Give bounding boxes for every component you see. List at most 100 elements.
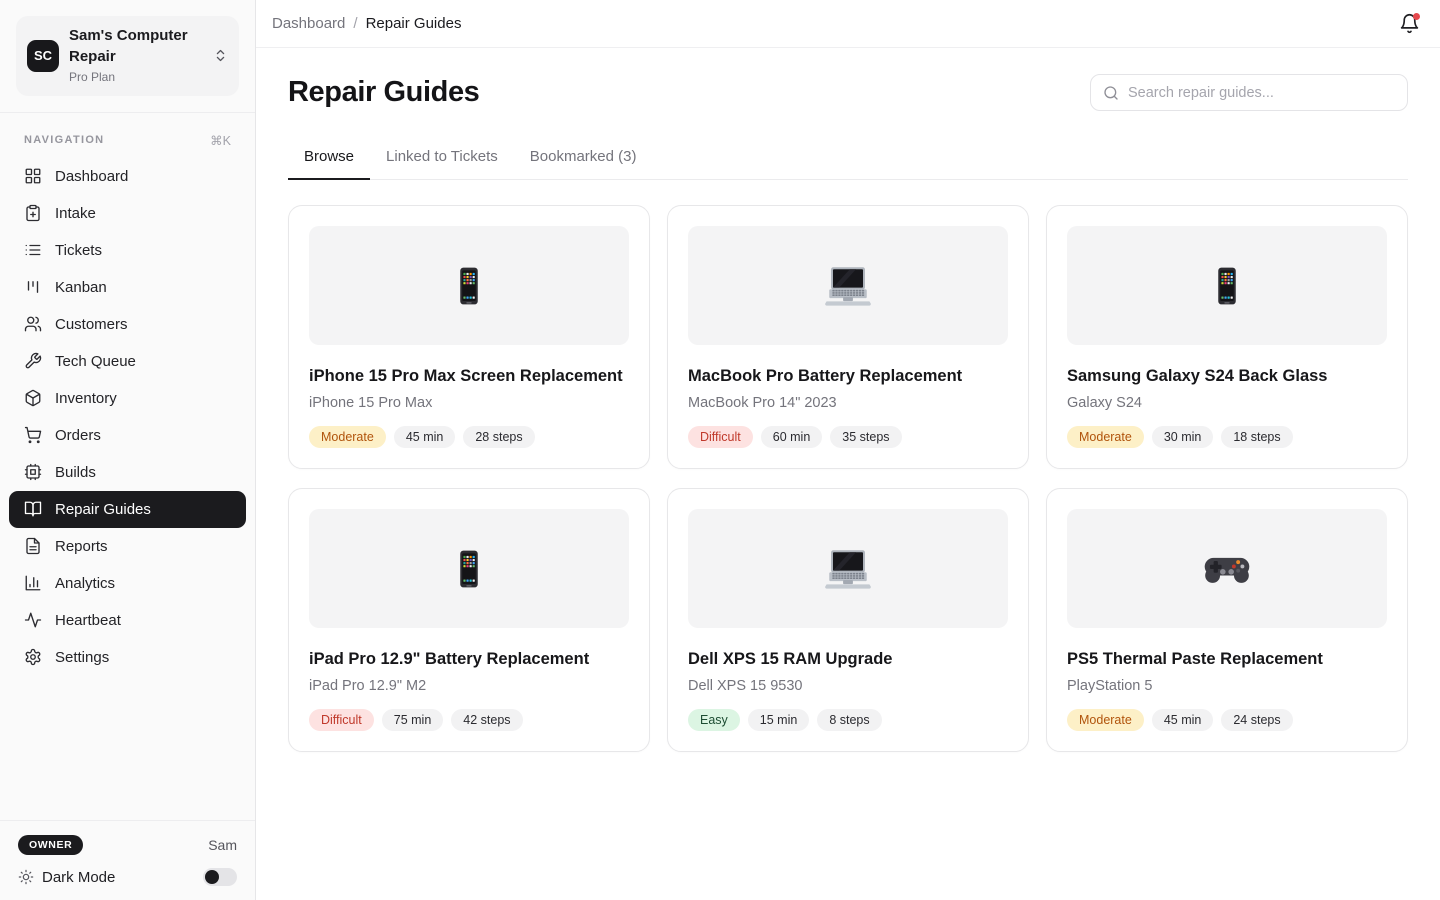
laptop-icon <box>823 548 873 590</box>
settings-icon <box>24 648 42 666</box>
card-badges: Difficult 60 min 35 steps <box>688 426 1008 448</box>
sidebar-item-label: Customers <box>55 316 128 333</box>
page-content: Repair Guides BrowseLinked to TicketsBoo… <box>256 48 1440 752</box>
sidebar-item-label: Repair Guides <box>55 501 151 518</box>
main-area: Dashboard / Repair Guides Repair Guides … <box>256 0 1440 900</box>
owner-badge: OWNER <box>18 835 83 855</box>
card-image <box>1067 509 1387 628</box>
sidebar-item-customers[interactable]: Customers <box>9 306 246 343</box>
sidebar-item-label: Orders <box>55 427 101 444</box>
repair-guide-card-samsung-galaxy-s24-back-glass[interactable]: Samsung Galaxy S24 Back GlassGalaxy S24M… <box>1046 205 1408 469</box>
card-device: iPhone 15 Pro Max <box>309 395 629 411</box>
sidebar-item-builds[interactable]: Builds <box>9 454 246 491</box>
repair-guide-card-macbook-pro-battery-replacement[interactable]: MacBook Pro Battery ReplacementMacBook P… <box>667 205 1029 469</box>
clipboard-plus-icon <box>24 204 42 222</box>
workspace-name: Sam's Computer Repair <box>69 26 203 67</box>
search-box <box>1090 74 1408 111</box>
sidebar-item-label: Intake <box>55 205 96 222</box>
sidebar-item-label: Builds <box>55 464 96 481</box>
bar-chart-icon <box>24 574 42 592</box>
sidebar-nav: Dashboard Intake Tickets Kanban Customers Tec… <box>0 158 255 676</box>
sun-icon <box>18 869 34 885</box>
sidebar-item-label: Settings <box>55 649 109 666</box>
workspace-avatar: SC <box>27 40 59 72</box>
repair-guide-card-ps5-thermal-paste-replacement[interactable]: PS5 Thermal Paste Replacement PlayStation… <box>1046 488 1408 752</box>
difficulty-badge: Difficult <box>688 426 753 448</box>
sidebar-item-label: Tech Queue <box>55 353 136 370</box>
navigation-header: NAVIGATION ⌘K <box>0 113 255 158</box>
steps-badge: 28 steps <box>463 426 534 448</box>
tab-bookmarked-3[interactable]: Bookmarked (3) <box>514 138 653 179</box>
repair-guide-card-dell-xps-15-ram-upgrade[interactable]: Dell XPS 15 RAM Upgrade Dell XPS 15 9530 E… <box>667 488 1029 752</box>
kanban-icon <box>24 278 42 296</box>
topbar: Dashboard / Repair Guides <box>256 0 1440 48</box>
sidebar-item-analytics[interactable]: Analytics <box>9 565 246 602</box>
sidebar-item-label: Analytics <box>55 575 115 592</box>
sidebar-item-intake[interactable]: Intake <box>9 195 246 232</box>
notifications-button[interactable] <box>1390 5 1428 43</box>
breadcrumb-current: Repair Guides <box>366 15 462 32</box>
sidebar-item-dashboard[interactable]: Dashboard <box>9 158 246 195</box>
grid-icon <box>24 167 42 185</box>
search-input[interactable] <box>1128 85 1395 101</box>
repair-guide-card-iphone-15-pro-max-screen-replacement[interactable]: iPhone 15 Pro Max Screen ReplacementiPho… <box>288 205 650 469</box>
activity-icon <box>24 611 42 629</box>
workspace-plan: Pro Plan <box>69 69 203 86</box>
card-badges: Moderate45 min28 steps <box>309 426 629 448</box>
smartphone-icon <box>448 265 490 307</box>
time-badge: 60 min <box>761 426 823 448</box>
sidebar-item-tech-queue[interactable]: Tech Queue <box>9 343 246 380</box>
sidebar-footer: OWNER Sam Dark Mode <box>0 820 255 900</box>
sidebar-item-orders[interactable]: Orders <box>9 417 246 454</box>
book-open-icon <box>24 500 42 518</box>
card-badges: Easy 15 min 8 steps <box>688 709 1008 731</box>
steps-badge: 8 steps <box>817 709 881 731</box>
difficulty-badge: Easy <box>688 709 740 731</box>
smartphone-icon <box>1206 265 1248 307</box>
gamepad-icon <box>1201 549 1253 589</box>
time-badge: 15 min <box>748 709 810 731</box>
workspace-switcher[interactable]: SC Sam's Computer Repair Pro Plan <box>16 16 239 96</box>
card-badges: Moderate45 min24 steps <box>1067 709 1387 731</box>
card-device: Galaxy S24 <box>1067 395 1387 411</box>
sidebar-item-reports[interactable]: Reports <box>9 528 246 565</box>
sidebar-item-tickets[interactable]: Tickets <box>9 232 246 269</box>
steps-badge: 42 steps <box>451 709 522 731</box>
sidebar-item-kanban[interactable]: Kanban <box>9 269 246 306</box>
sidebar-item-heartbeat[interactable]: Heartbeat <box>9 602 246 639</box>
card-image <box>309 509 629 628</box>
card-image <box>688 226 1008 345</box>
list-icon <box>24 241 42 259</box>
card-device: Dell XPS 15 9530 <box>688 678 1008 694</box>
page-title: Repair Guides <box>288 76 479 109</box>
search-icon <box>1103 85 1119 101</box>
dark-mode-toggle[interactable] <box>203 868 237 886</box>
notification-dot <box>1413 13 1420 20</box>
repair-guide-card-ipad-pro-12-9-battery-replacement[interactable]: iPad Pro 12.9" Battery ReplacementiPad P… <box>288 488 650 752</box>
card-device: PlayStation 5 <box>1067 678 1387 694</box>
sidebar-item-repair-guides[interactable]: Repair Guides <box>9 491 246 528</box>
navigation-label: NAVIGATION <box>24 134 104 146</box>
card-image <box>1067 226 1387 345</box>
sidebar-item-inventory[interactable]: Inventory <box>9 380 246 417</box>
difficulty-badge: Moderate <box>1067 709 1144 731</box>
steps-badge: 18 steps <box>1221 426 1292 448</box>
card-image <box>309 226 629 345</box>
card-title: Dell XPS 15 RAM Upgrade <box>688 650 1008 669</box>
breadcrumb-dashboard[interactable]: Dashboard <box>272 15 345 32</box>
tab-linked-to-tickets[interactable]: Linked to Tickets <box>370 138 514 179</box>
smartphone-icon <box>448 548 490 590</box>
sidebar: SC Sam's Computer Repair Pro Plan NAVIGA… <box>0 0 256 900</box>
sidebar-item-label: Tickets <box>55 242 102 259</box>
sidebar-item-label: Reports <box>55 538 108 555</box>
sidebar-item-label: Kanban <box>55 279 107 296</box>
tab-browse[interactable]: Browse <box>288 138 370 179</box>
package-icon <box>24 389 42 407</box>
card-image <box>688 509 1008 628</box>
time-badge: 45 min <box>1152 709 1214 731</box>
card-title: PS5 Thermal Paste Replacement <box>1067 650 1387 669</box>
sidebar-item-label: Heartbeat <box>55 612 121 629</box>
card-device: iPad Pro 12.9" M2 <box>309 678 629 694</box>
sidebar-item-settings[interactable]: Settings <box>9 639 246 676</box>
steps-badge: 35 steps <box>830 426 901 448</box>
